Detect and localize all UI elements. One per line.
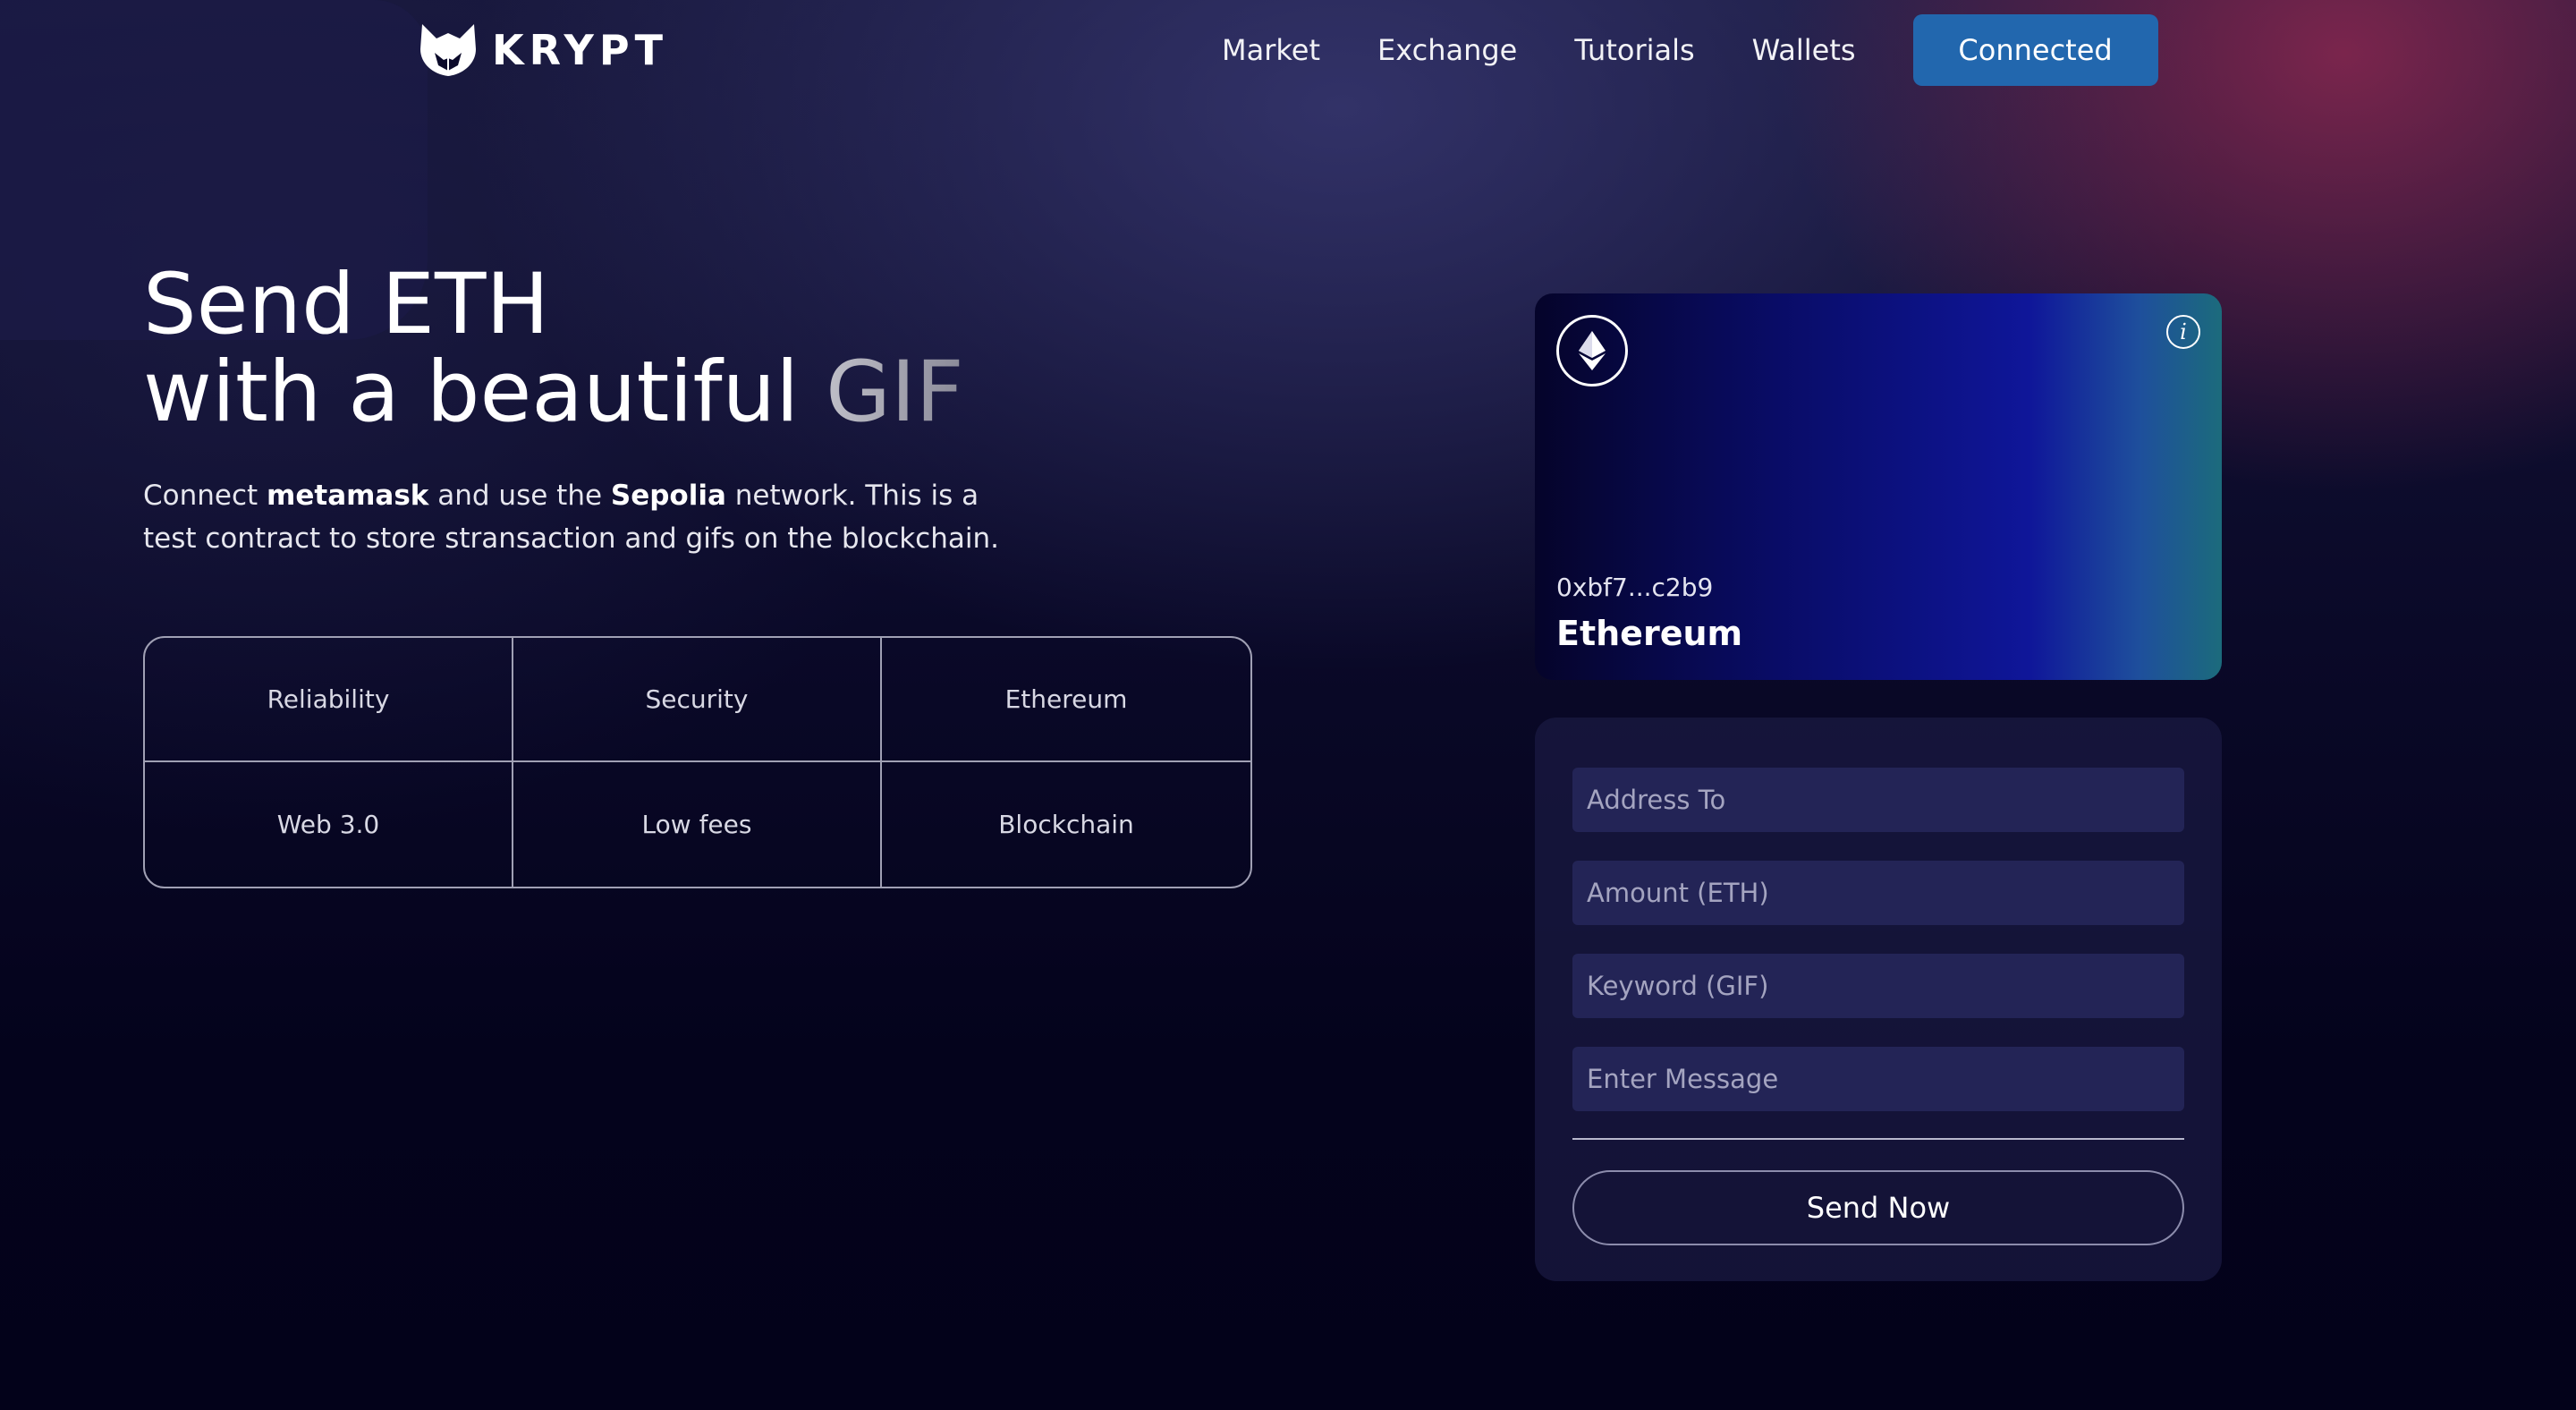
main-nav: Market Exchange Tutorials Wallets Connec…: [1222, 14, 2158, 86]
hero-description: Connect metamask and use the Sepolia net…: [143, 474, 1002, 560]
feature-reliability: Reliability: [145, 638, 513, 762]
desc-text: Connect: [143, 480, 267, 512]
desc-text: and use the: [428, 480, 611, 512]
ethereum-icon-circle: [1556, 315, 1628, 386]
wallet-address: 0xbf7...c2b9: [1556, 573, 1714, 602]
info-icon[interactable]: i: [2166, 315, 2200, 349]
keyword-input[interactable]: [1572, 954, 2184, 1018]
feature-ethereum: Ethereum: [882, 638, 1250, 762]
send-form: Send Now: [1535, 718, 2222, 1281]
page: KRYPT Market Exchange Tutorials Wallets …: [0, 0, 2576, 1410]
features-grid: Reliability Security Ethereum Web 3.0 Lo…: [143, 636, 1252, 888]
hero-title: Send ETH with a beautiful GIF: [143, 261, 964, 437]
desc-sepolia: Sepolia: [610, 480, 726, 512]
desc-metamask: metamask: [267, 480, 429, 512]
feature-low-fees: Low fees: [513, 762, 882, 887]
nav-item-market[interactable]: Market: [1222, 33, 1320, 67]
feature-web3: Web 3.0: [145, 762, 513, 887]
address-input[interactable]: [1572, 768, 2184, 832]
brand-name: KRYPT: [492, 26, 668, 74]
fox-icon: [420, 24, 476, 76]
message-input[interactable]: [1572, 1047, 2184, 1111]
eth-card: i 0xbf7...c2b9 Ethereum: [1535, 293, 2222, 680]
feature-security: Security: [513, 638, 882, 762]
nav-item-wallets[interactable]: Wallets: [1752, 33, 1856, 67]
brand-logo[interactable]: KRYPT: [417, 18, 668, 82]
feature-blockchain: Blockchain: [998, 810, 1134, 839]
ethereum-icon: [1579, 331, 1606, 370]
hero-title-line1: Send ETH: [143, 256, 550, 353]
send-now-button[interactable]: Send Now: [1572, 1170, 2184, 1245]
amount-input[interactable]: [1572, 861, 2184, 925]
form-divider: [1572, 1138, 2184, 1140]
nav-item-tutorials[interactable]: Tutorials: [1574, 33, 1694, 67]
nav-item-exchange[interactable]: Exchange: [1377, 33, 1517, 67]
connect-wallet-button[interactable]: Connected: [1912, 14, 2158, 86]
hero-title-line2: with a beautiful: [143, 344, 826, 441]
network-name: Ethereum: [1556, 614, 1743, 653]
hero-title-highlight: GIF: [826, 344, 964, 441]
